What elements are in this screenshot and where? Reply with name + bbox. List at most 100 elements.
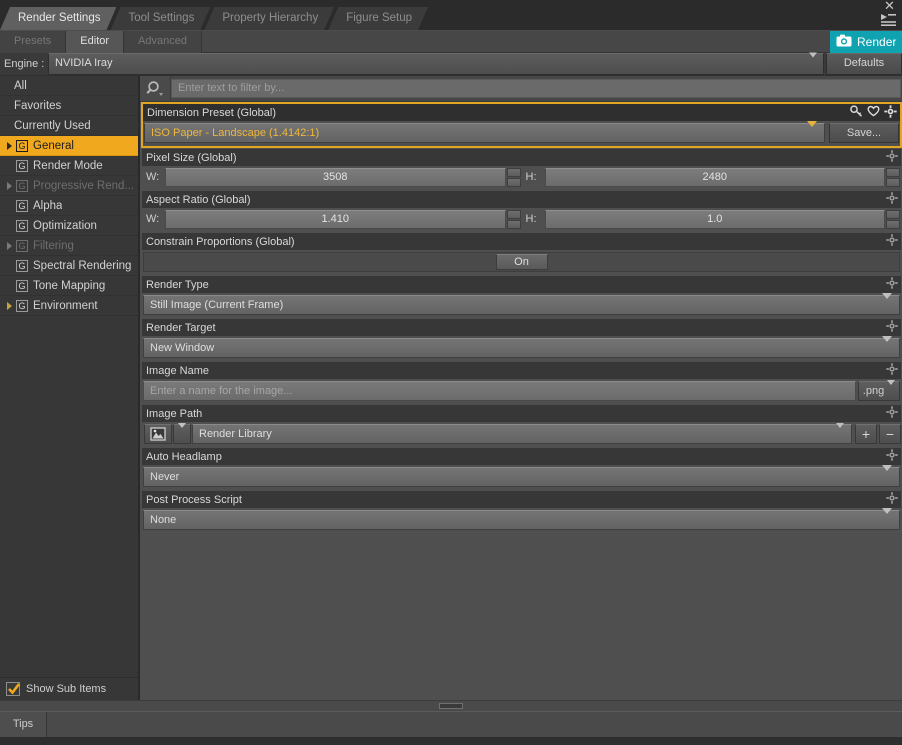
pixel-size-height-input[interactable]: 2480 [544,168,885,187]
pixel-size-width-stepper[interactable] [506,168,521,187]
constrain-proportions-value: On [514,256,529,268]
group-badge-icon: G [16,139,28,152]
aspect-ratio-height-field: H: 1.0 [523,210,900,229]
add-image-path-button[interactable]: + [855,424,877,444]
aspect-ratio-height-stepper[interactable] [886,210,900,229]
property-dimension-preset-title: Dimension Preset (Global) [147,106,276,119]
post-process-script-select[interactable]: None [143,508,900,530]
render-button[interactable]: Render [830,31,902,53]
tab-tool-settings[interactable]: Tool Settings [110,7,210,30]
property-image-name-body: .png [142,379,901,404]
pixel-size-width-input[interactable]: 3508 [165,168,506,187]
auto-headlamp-value: Never [150,471,180,483]
expand-triangle-icon[interactable] [4,296,14,316]
gear-icon[interactable] [886,150,898,165]
image-name-input[interactable] [143,381,856,401]
subtab-filler [201,31,830,53]
property-header-icons [886,233,898,250]
expand-triangle-icon[interactable] [4,176,14,196]
dimension-preset-value: ISO Paper - Landscape (1.4142:1) [151,127,320,139]
gear-icon[interactable] [886,363,898,378]
gear-icon[interactable] [886,192,898,207]
aspect-ratio-width-stepper[interactable] [506,210,521,229]
property-image-path-title: Image Path [146,407,203,420]
gear-icon[interactable] [886,406,898,421]
property-render-target-title: Render Target [146,321,216,334]
render-target-value: New Window [150,342,215,354]
filter-input[interactable] [171,79,901,98]
tab-tips[interactable]: Tips [0,712,47,737]
show-sub-items-checkbox[interactable] [6,682,21,696]
image-path-browse-dropdown[interactable] [173,423,191,444]
sidebar-item-render-mode[interactable]: G Render Mode [0,156,138,176]
aspect-ratio-width-input[interactable]: 1.410 [165,210,506,229]
subtab-editor[interactable]: Editor [66,31,125,53]
sidebar-item-general[interactable]: G General [0,136,138,156]
key-icon[interactable] [850,105,863,120]
chevron-down-icon [178,423,186,440]
image-extension-select[interactable]: .png [858,380,900,401]
constrain-proportions-toggle[interactable]: On [495,254,548,270]
search-icon[interactable] [140,76,171,101]
remove-image-path-button[interactable]: − [879,424,901,444]
engine-select[interactable]: NVIDIA Iray [48,52,824,75]
gear-icon[interactable] [884,104,897,121]
image-path-select[interactable]: Render Library [192,423,852,444]
sidebar-item-environment[interactable]: G Environment [0,296,138,316]
hamburger-menu-icon[interactable] [880,13,897,28]
splitter-grip[interactable] [439,703,463,709]
sidebar-item-optimization[interactable]: G Optimization [0,216,138,236]
gear-icon[interactable] [886,492,898,507]
sidebar-item-favorites[interactable]: Favorites [0,96,138,116]
gear-icon[interactable] [886,234,898,249]
heart-icon[interactable] [867,105,880,120]
tab-render-settings[interactable]: Render Settings [0,7,116,30]
property-header-icons [886,448,898,465]
pixel-size-height-stepper[interactable] [886,168,900,187]
render-target-select[interactable]: New Window [143,336,900,358]
property-auto-headlamp: Auto Headlamp Never [142,448,901,490]
property-post-process-script-title: Post Process Script [146,493,242,506]
sidebar-item-tone-mapping[interactable]: G Tone Mapping [0,276,138,296]
chevron-down-icon [807,121,817,142]
auto-headlamp-select[interactable]: Never [143,465,900,487]
gear-icon[interactable] [886,449,898,464]
picture-icon[interactable] [144,424,172,444]
property-header-icons [886,491,898,508]
property-pixel-size-body: W: 3508 H: 2480 [142,166,901,190]
sidebar-item-spectral-rendering[interactable]: G Spectral Rendering [0,256,138,276]
property-image-name: Image Name .png [142,362,901,404]
gear-icon[interactable] [886,320,898,335]
group-badge-icon: G [16,159,28,172]
filter-row [140,76,902,102]
pane-splitter[interactable] [0,700,902,711]
sidebar-item-all[interactable]: All [0,76,138,96]
dimension-preset-select[interactable]: ISO Paper - Landscape (1.4142:1) [144,121,825,143]
sidebar-item-progressive-rendering[interactable]: G Progressive Rend... [0,176,138,196]
show-sub-items-label: Show Sub Items [26,683,107,695]
expand-triangle-icon[interactable] [4,236,14,256]
sidebar-item-alpha[interactable]: G Alpha [0,196,138,216]
tab-property-hierarchy[interactable]: Property Hierarchy [204,7,334,30]
subtab-presets-label: Presets [14,35,52,47]
property-image-path-body: Render Library + − [142,422,901,447]
render-type-select[interactable]: Still Image (Current Frame) [143,293,900,315]
close-icon[interactable]: ✕ [883,0,896,12]
subtab-presets[interactable]: Presets [0,31,67,53]
tab-figure-setup[interactable]: Figure Setup [328,7,428,30]
subtab-advanced[interactable]: Advanced [124,31,202,53]
save-preset-button[interactable]: Save... [829,123,899,143]
aspect-ratio-height-input[interactable]: 1.0 [544,210,885,229]
sidebar-item-filtering[interactable]: G Filtering [0,236,138,256]
defaults-button[interactable]: Defaults [826,53,902,75]
property-render-target-header: Render Target [142,319,901,336]
expand-triangle-icon[interactable] [4,136,14,156]
render-button-label: Render [857,35,897,49]
render-settings-pane: Render Settings Tool Settings Property H… [0,0,902,745]
engine-label: Engine : [0,53,48,75]
show-sub-items-row[interactable]: Show Sub Items [0,677,138,700]
sidebar-item-currently-used[interactable]: Currently Used [0,116,138,136]
gear-icon[interactable] [886,277,898,292]
property-constrain-proportions-header: Constrain Proportions (Global) [142,233,901,250]
post-process-script-value: None [150,514,177,526]
